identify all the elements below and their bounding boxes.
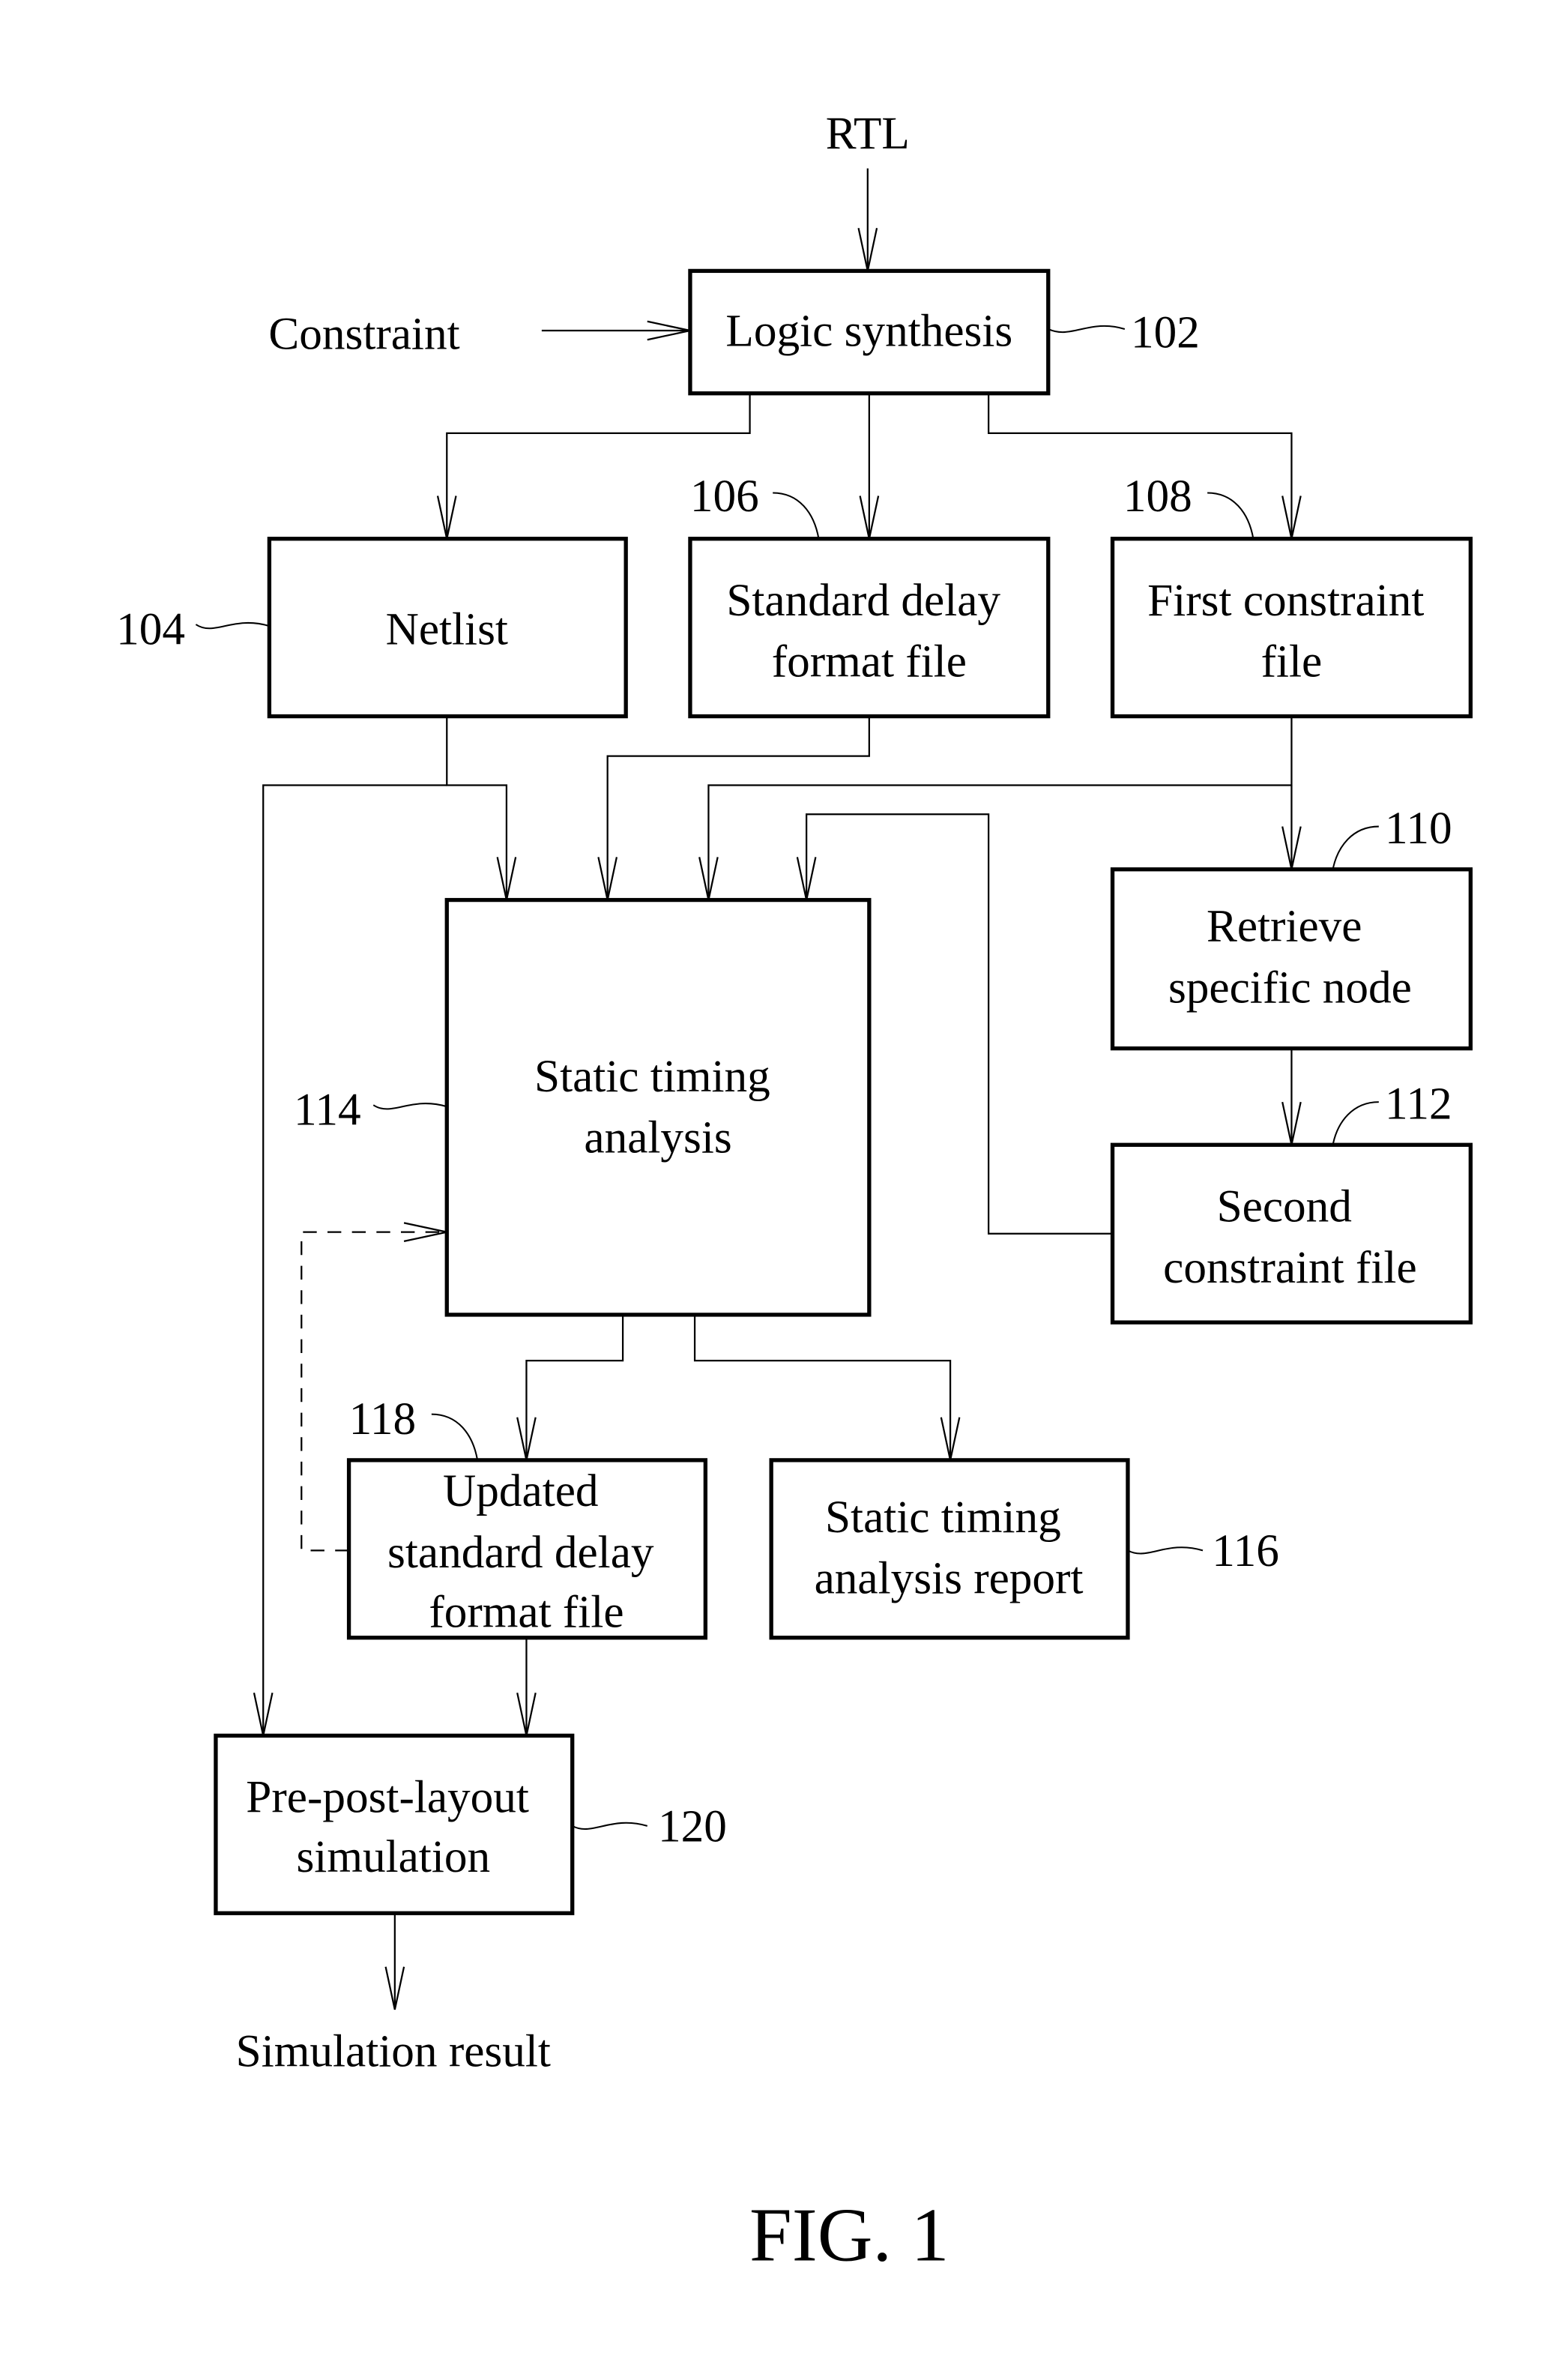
wire-sta-to-updated-sdf bbox=[525, 1314, 624, 1460]
leader-110 bbox=[1332, 825, 1379, 870]
leader-114 bbox=[372, 1103, 447, 1110]
block-first-constraint-file: First constraint file bbox=[1110, 537, 1473, 719]
leader-112 bbox=[1332, 1101, 1379, 1145]
block-second-constraint-file: Second constraint file bbox=[1110, 1142, 1473, 1325]
ref-112: 112 bbox=[1385, 1079, 1452, 1130]
block-pre-post-layout-simulation: Pre-post-layout simulation bbox=[214, 1733, 575, 1915]
leader-108 bbox=[1207, 492, 1254, 539]
wire-netlist-to-sta bbox=[446, 716, 508, 900]
ref-116: 116 bbox=[1212, 1525, 1279, 1576]
block-netlist: Netlist bbox=[267, 537, 628, 719]
simulation-result-label: Simulation result bbox=[236, 2025, 551, 2076]
wire-sta-to-report bbox=[693, 1314, 952, 1460]
figure-caption: FIG. 1 bbox=[749, 2193, 949, 2278]
leader-118 bbox=[431, 1413, 479, 1461]
leader-102 bbox=[1048, 325, 1126, 334]
leader-106 bbox=[773, 492, 820, 539]
leader-104 bbox=[195, 622, 270, 630]
block-static-timing-analysis: Static timing analysis bbox=[444, 897, 872, 1317]
block-logic-synthesis: Logic synthesis bbox=[688, 268, 1051, 396]
block-label: Netlist bbox=[386, 604, 508, 655]
ref-108: 108 bbox=[1123, 471, 1192, 522]
ref-118: 118 bbox=[349, 1394, 417, 1444]
ref-104: 104 bbox=[116, 604, 185, 655]
leader-116 bbox=[1127, 1546, 1204, 1555]
block-updated-sdf-file: Updated standard delay format file bbox=[346, 1458, 708, 1640]
ref-102: 102 bbox=[1131, 307, 1200, 358]
wire-sdf-to-sta bbox=[606, 716, 870, 900]
leader-120 bbox=[572, 1822, 648, 1830]
ref-110: 110 bbox=[1385, 803, 1452, 854]
block-sdf-file: Standard delay format file bbox=[688, 537, 1051, 719]
ref-120: 120 bbox=[658, 1801, 727, 1852]
ref-106: 106 bbox=[690, 471, 759, 522]
block-sta-report: Static timing analysis report bbox=[769, 1458, 1130, 1640]
constraint-input-label: Constraint bbox=[268, 309, 459, 360]
ref-114: 114 bbox=[294, 1085, 361, 1136]
block-label: Logic synthesis bbox=[725, 305, 1012, 356]
block-retrieve-specific-node: Retrieve specific node bbox=[1110, 867, 1473, 1051]
rtl-input-label: RTL bbox=[826, 108, 910, 159]
flowchart-diagram: RTL Constraint Simulation result FIG. 1 … bbox=[116, 108, 1473, 2278]
